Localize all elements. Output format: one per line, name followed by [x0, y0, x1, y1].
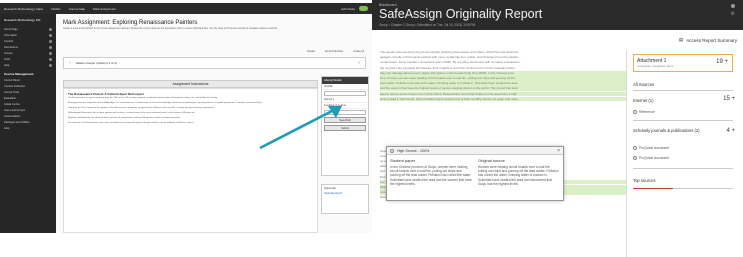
divider [633, 120, 733, 121]
document-header: Assignment Instructions [63, 80, 318, 88]
original-source-column: Original source Women were heating circu… [478, 158, 560, 186]
top-sources-heading: Top sources [633, 178, 656, 183]
attachment-card[interactable]: Attachment 1 ecological_integration.docx… [633, 54, 733, 72]
source-marker-icon [633, 156, 637, 160]
comparison-columns: Student paper In the Chinese province of… [387, 155, 563, 189]
tab-course-map[interactable]: Course Map [69, 7, 85, 11]
item-dot-icon [49, 33, 52, 37]
submission-subtitle: Group • Chapter 2 Group • Submitted on T… [379, 23, 476, 27]
scholarly-match-percent: 4 + [726, 128, 735, 134]
close-icon[interactable] [731, 4, 735, 8]
originality-report-link[interactable]: Originality Report [324, 192, 366, 195]
attempt-selector[interactable]: ‹ Valerie Cooper (Attempt 1 of 1) › [63, 57, 366, 69]
top-navigation-bar: Research Methodology Class Outline Cours… [0, 3, 372, 14]
tab-grade-all[interactable]: Grade All [353, 50, 364, 53]
item-dot-icon [49, 27, 52, 31]
source-marker-icon [633, 146, 637, 150]
safeassign-panel: SafeAssign Originality Report [321, 184, 369, 214]
item-dot-icon [49, 57, 52, 61]
scholarly-source-row[interactable]: ProQuest document [633, 156, 669, 160]
panel-title: Attempt Details [322, 77, 368, 84]
original-source-text: Women were heating circuit boards over a… [478, 165, 559, 186]
source-match-dialog: High Source - 100% × Student paper In th… [386, 146, 564, 201]
doc-paragraph-title: The Renaissance Period: A Cultural Sport… [68, 92, 144, 96]
divider [633, 90, 733, 91]
top-source-bar [633, 188, 733, 189]
score-input[interactable] [324, 91, 366, 96]
topbar-right: Edit Mode [341, 6, 368, 11]
scholarly-source-row[interactable]: ProQuest document [633, 146, 669, 150]
safeassign-title: SafeAssign [324, 187, 337, 190]
blackboard-grading-screenshot: Research Methodology Class Outline Cours… [0, 3, 372, 233]
student-paper-text: In the Chinese province of Guiyu, women … [390, 165, 472, 186]
annotation-arrow [259, 106, 342, 150]
edit-mode-label: Edit Mode [341, 6, 355, 11]
tab-email-submitter[interactable]: Email Submitter [325, 50, 343, 53]
tab-details[interactable]: Details [307, 50, 315, 53]
page-description: Assign a mark and feedback to the curren… [63, 27, 279, 30]
item-dot-icon [49, 51, 52, 55]
sidebar-item-help[interactable]: Help [2, 62, 54, 68]
tab-mark-assignment[interactable]: Mark Assignment [93, 7, 116, 11]
edit-mode-toggle[interactable] [359, 6, 368, 11]
divider [633, 168, 733, 169]
chevron-right-icon[interactable]: › [358, 60, 360, 66]
dialog-header: High Source - 100% × [387, 147, 563, 155]
all-sources-heading: All Sources [633, 82, 655, 87]
internet-heading[interactable]: Internet (1) [633, 98, 653, 103]
score-row: SCORE [322, 84, 368, 90]
safeassign-report-screenshot: Blackboard SafeAssign Originality Report… [372, 0, 743, 257]
student-paper-title: Student paper [390, 158, 416, 163]
access-report-summary-link[interactable]: ▤ Access Report Summary [679, 37, 737, 43]
match-icon [390, 148, 394, 153]
document-icon: ▤ [678, 37, 684, 42]
report-sidebar: Attachment 1 ecological_integration.docx… [626, 50, 741, 257]
internet-source-row[interactable]: Reference [633, 110, 655, 114]
tab-outline[interactable]: Outline [51, 7, 61, 11]
dialog-title: High Source - 100% [397, 148, 430, 153]
course-sidebar: Research Methodology 101 Home Page Infor… [0, 14, 56, 233]
attachment-match-percent: 19 + [716, 59, 728, 65]
course-title[interactable]: Research Methodology 101 [2, 17, 54, 23]
item-dot-icon [49, 63, 52, 67]
grading-main: Mark Assignment: Exploring Renaissance P… [56, 14, 372, 233]
student-paper-column: Student paper In the Chinese province of… [390, 158, 472, 186]
gear-icon[interactable]: ⚙ [731, 11, 735, 17]
close-icon[interactable]: × [557, 148, 560, 154]
attempt-label: Valerie Cooper (Attempt 1 of 1) [75, 61, 117, 65]
source-marker-icon [633, 110, 637, 114]
scholarly-heading[interactable]: Scholarly journals & publications (2) [633, 128, 703, 133]
page-title: Mark Assignment: Exploring Renaissance P… [63, 20, 198, 26]
item-dot-icon [49, 39, 52, 43]
report-header: Blackboard SafeAssign Originality Report… [372, 0, 743, 30]
doc-paragraph: The Renaissance, as genre spanning from … [68, 97, 218, 99]
original-source-title: Original source [478, 158, 505, 163]
sidebar-item-help-2[interactable]: Help [2, 125, 54, 131]
item-dot-icon [49, 45, 52, 49]
internet-match-percent: 15 + [723, 96, 735, 102]
grading-tabs: Details Email Submitter Grade All [307, 50, 364, 53]
course-breadcrumb[interactable]: Research Methodology Class [4, 7, 43, 11]
page-title: SafeAssign Originality Report [379, 7, 543, 21]
chevron-left-icon[interactable]: ‹ [69, 60, 71, 66]
